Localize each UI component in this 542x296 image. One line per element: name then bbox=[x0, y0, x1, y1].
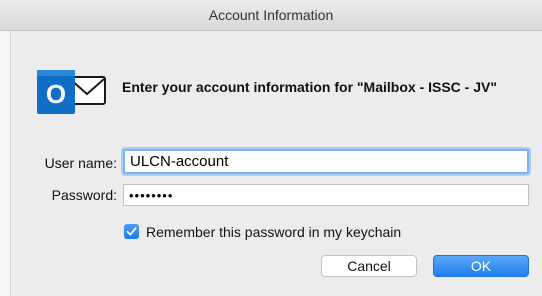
remember-password-label[interactable]: Remember this password in my keychain bbox=[146, 224, 401, 240]
window-edge bbox=[0, 31, 11, 296]
password-field[interactable] bbox=[123, 184, 529, 206]
account-information-dialog: Account Information O Enter your account… bbox=[0, 0, 542, 296]
outlook-icon: O bbox=[37, 68, 107, 118]
svg-text:O: O bbox=[46, 79, 66, 109]
window-title: Account Information bbox=[208, 7, 334, 23]
title-bar[interactable]: Account Information bbox=[0, 0, 542, 31]
cancel-button[interactable]: Cancel bbox=[321, 255, 417, 277]
username-label: User name: bbox=[44, 155, 117, 171]
remember-password-checkbox[interactable] bbox=[124, 224, 139, 239]
password-label: Password: bbox=[51, 187, 117, 203]
dialog-message: Enter your account information for "Mail… bbox=[122, 79, 497, 95]
checkmark-icon bbox=[126, 227, 137, 236]
username-field[interactable] bbox=[123, 149, 529, 174]
ok-button[interactable]: OK bbox=[433, 255, 529, 277]
